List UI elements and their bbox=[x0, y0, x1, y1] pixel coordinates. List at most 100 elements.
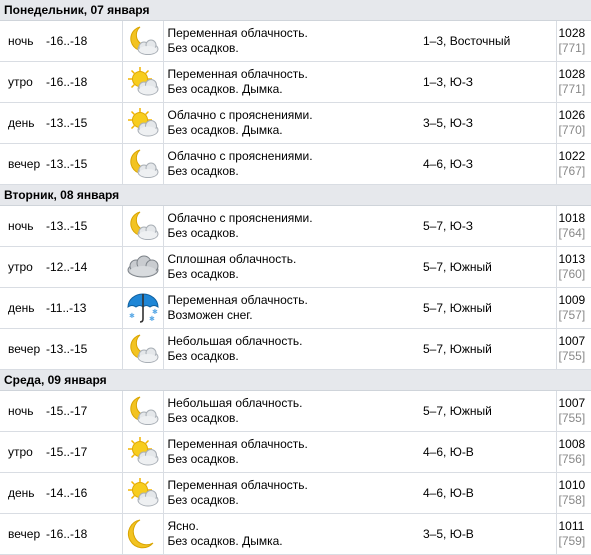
sun-cloud-icon bbox=[122, 432, 163, 473]
day-part: утро bbox=[0, 62, 43, 103]
cloud-description: Переменная облачность. bbox=[168, 67, 420, 82]
wind: 5–7, Южный bbox=[419, 247, 556, 288]
precipitation-description: Без осадков. bbox=[168, 226, 420, 241]
wind: 4–6, Ю-В bbox=[419, 473, 556, 514]
precipitation-description: Без осадков. bbox=[168, 452, 420, 467]
pressure: 1008[756] bbox=[556, 432, 591, 473]
temperature: -12..-14 bbox=[43, 247, 122, 288]
moon-icon bbox=[122, 514, 163, 555]
umbrella-snow-icon: ✱✱✱ bbox=[122, 288, 163, 329]
day-title: Вторник, 08 января bbox=[0, 185, 591, 206]
pressure-hpa: 1026 bbox=[559, 108, 586, 122]
day-part: день bbox=[0, 103, 43, 144]
cloud-description: Облачно с прояснениями. bbox=[168, 108, 420, 123]
pressure-mmhg: [767] bbox=[559, 164, 591, 179]
pressure-mmhg: [771] bbox=[559, 82, 591, 97]
cloud-description: Ясно. bbox=[168, 519, 420, 534]
day-part: ночь bbox=[0, 206, 43, 247]
sun-cloud-icon bbox=[122, 473, 163, 514]
sun-cloud-icon bbox=[122, 103, 163, 144]
temperature: -11..-13 bbox=[43, 288, 122, 329]
cloud-description: Переменная облачность. bbox=[168, 26, 420, 41]
cloud-description: Переменная облачность. bbox=[168, 478, 420, 493]
day-title: Среда, 09 января bbox=[0, 370, 591, 391]
day-part: день bbox=[0, 288, 43, 329]
weather-description: Переменная облачность.Без осадков. bbox=[163, 21, 419, 62]
weather-description: Облачно с прояснениями.Без осадков. bbox=[163, 206, 419, 247]
pressure-mmhg: [755] bbox=[559, 349, 591, 364]
forecast-body: Понедельник, 07 января ночь -16..-18 Переме… bbox=[0, 0, 591, 555]
temperature: -15..-17 bbox=[43, 391, 122, 432]
day-header: Среда, 09 января bbox=[0, 370, 591, 391]
pressure-hpa: 1028 bbox=[559, 26, 586, 40]
day-header: Понедельник, 07 января bbox=[0, 0, 591, 21]
day-header: Вторник, 08 января bbox=[0, 185, 591, 206]
forecast-row: ночь-13..-15 Облачно с прояснениями.Без о… bbox=[0, 206, 591, 247]
pressure: 1007[755] bbox=[556, 391, 591, 432]
wind: 1–3, Восточный bbox=[419, 21, 556, 62]
forecast-row: ночь-15..-17 Небольшая облачность.Без оса… bbox=[0, 391, 591, 432]
temperature: -13..-15 bbox=[43, 103, 122, 144]
temperature: -16..-18 bbox=[43, 514, 122, 555]
precipitation-description: Без осадков. bbox=[168, 411, 420, 426]
forecast-row: день-14..-16 Переменная облачность.Без ос… bbox=[0, 473, 591, 514]
pressure-mmhg: [771] bbox=[559, 41, 591, 56]
svg-text:✱: ✱ bbox=[149, 315, 155, 323]
day-part: ночь bbox=[0, 391, 43, 432]
forecast-row: вечер-16..-18Ясно.Без осадков. Дымка.3–5… bbox=[0, 514, 591, 555]
day-part: утро bbox=[0, 432, 43, 473]
forecast-row: день-13..-15 Облачно с прояснениями.Без о… bbox=[0, 103, 591, 144]
pressure-mmhg: [770] bbox=[559, 123, 591, 138]
pressure-hpa: 1018 bbox=[559, 211, 586, 225]
temperature: -14..-16 bbox=[43, 473, 122, 514]
svg-text:✱: ✱ bbox=[129, 312, 135, 320]
pressure: 1018[764] bbox=[556, 206, 591, 247]
pressure-hpa: 1010 bbox=[559, 478, 586, 492]
wind: 5–7, Южный bbox=[419, 288, 556, 329]
pressure: 1022[767] bbox=[556, 144, 591, 185]
pressure-hpa: 1007 bbox=[559, 334, 586, 348]
cloud-description: Облачно с прояснениями. bbox=[168, 149, 420, 164]
pressure: 1007[755] bbox=[556, 329, 591, 370]
sun-cloud-icon bbox=[122, 62, 163, 103]
precipitation-description: Без осадков. Дымка. bbox=[168, 123, 420, 138]
wind: 3–5, Ю-В bbox=[419, 514, 556, 555]
pressure-mmhg: [760] bbox=[559, 267, 591, 282]
cloud-description: Переменная облачность. bbox=[168, 293, 420, 308]
pressure: 1028[771] bbox=[556, 21, 591, 62]
pressure-mmhg: [756] bbox=[559, 452, 591, 467]
pressure: 1028[771] bbox=[556, 62, 591, 103]
wind: 4–6, Ю-З bbox=[419, 144, 556, 185]
cloud-description: Переменная облачность. bbox=[168, 437, 420, 452]
temperature: -16..-18 bbox=[43, 62, 122, 103]
precipitation-description: Без осадков. Дымка. bbox=[168, 82, 420, 97]
day-part: вечер bbox=[0, 514, 43, 555]
weather-description: Переменная облачность.Без осадков. Дымка… bbox=[163, 62, 419, 103]
day-part: день bbox=[0, 473, 43, 514]
moon-cloud-icon bbox=[122, 206, 163, 247]
moon-cloud-icon bbox=[122, 144, 163, 185]
pressure-hpa: 1009 bbox=[559, 293, 586, 307]
precipitation-description: Без осадков. bbox=[168, 164, 420, 179]
forecast-table: Понедельник, 07 января ночь -16..-18 Переме… bbox=[0, 0, 591, 555]
weather-description: Переменная облачность.Без осадков. bbox=[163, 473, 419, 514]
cloud-description: Небольшая облачность. bbox=[168, 396, 420, 411]
pressure-mmhg: [764] bbox=[559, 226, 591, 241]
wind: 5–7, Южный bbox=[419, 329, 556, 370]
pressure-mmhg: [759] bbox=[559, 534, 591, 549]
precipitation-description: Без осадков. bbox=[168, 267, 420, 282]
pressure: 1010[758] bbox=[556, 473, 591, 514]
wind: 5–7, Южный bbox=[419, 391, 556, 432]
pressure-mmhg: [755] bbox=[559, 411, 591, 426]
wind: 4–6, Ю-В bbox=[419, 432, 556, 473]
pressure-hpa: 1028 bbox=[559, 67, 586, 81]
temperature: -13..-15 bbox=[43, 206, 122, 247]
precipitation-description: Без осадков. bbox=[168, 349, 420, 364]
cloud-description: Облачно с прояснениями. bbox=[168, 211, 420, 226]
forecast-row: утро-15..-17 Переменная облачность.Без ос… bbox=[0, 432, 591, 473]
temperature: -13..-15 bbox=[43, 144, 122, 185]
temperature: -15..-17 bbox=[43, 432, 122, 473]
pressure-mmhg: [758] bbox=[559, 493, 591, 508]
precipitation-description: Без осадков. bbox=[168, 493, 420, 508]
pressure: 1011[759] bbox=[556, 514, 591, 555]
